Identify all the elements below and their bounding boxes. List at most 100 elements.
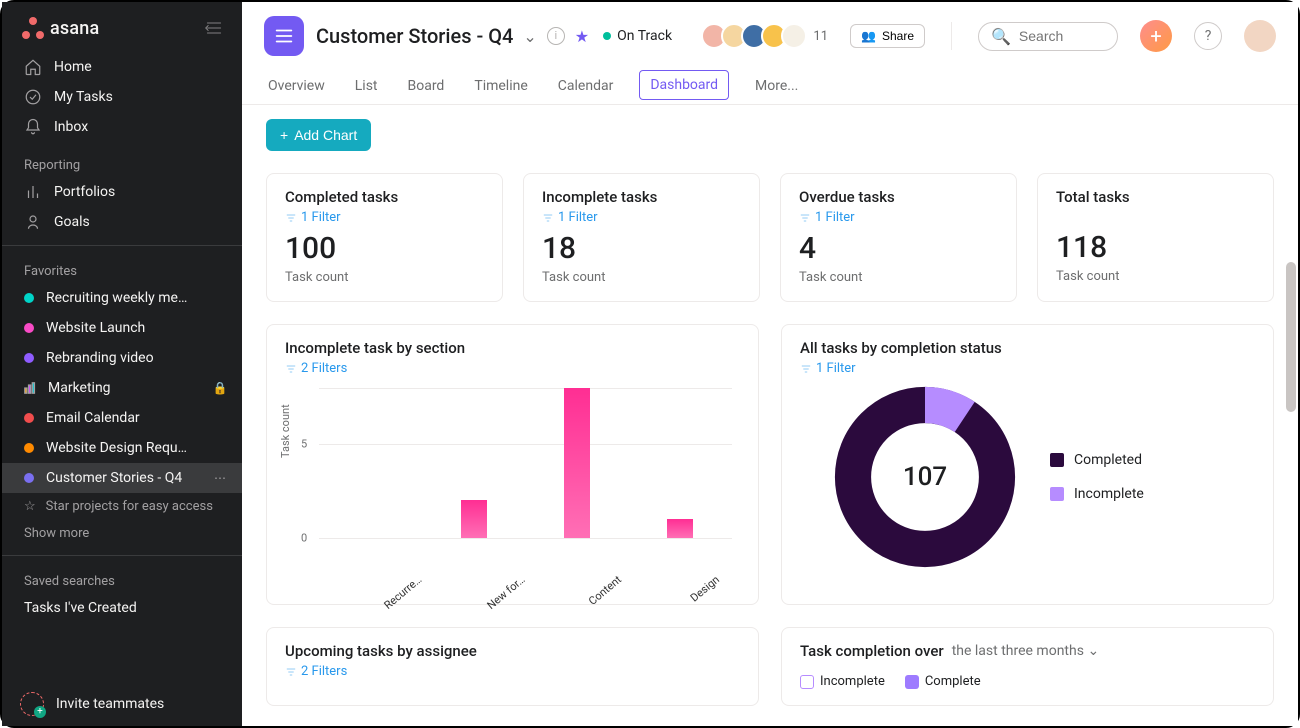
lock-icon: 🔒 bbox=[212, 381, 228, 395]
card-sub: Task count bbox=[1056, 269, 1255, 284]
card-sub: Task count bbox=[799, 270, 998, 285]
main: Customer Stories - Q4 ⌄ i ★ On Track 11 … bbox=[242, 2, 1298, 726]
member-avatars[interactable]: 11 bbox=[707, 23, 828, 49]
status-chip[interactable]: On Track bbox=[599, 26, 676, 46]
check-circle-icon bbox=[24, 88, 42, 106]
tab-board[interactable]: Board bbox=[404, 70, 449, 104]
avatar bbox=[781, 23, 807, 49]
nav-inbox[interactable]: Inbox bbox=[2, 112, 242, 142]
stat-card-total[interactable]: Total tasks 118 Task count bbox=[1037, 173, 1274, 302]
project-color-dot bbox=[24, 353, 34, 363]
favorite-item-active[interactable]: Customer Stories - Q4 ⋯ bbox=[2, 463, 242, 493]
ytick: 0 bbox=[301, 532, 307, 545]
favorite-label: Customer Stories - Q4 bbox=[46, 470, 200, 486]
favorite-item[interactable]: Website Design Requ… bbox=[2, 433, 242, 463]
add-chart-button[interactable]: + Add Chart bbox=[266, 119, 371, 151]
nav-primary: Home My Tasks Inbox bbox=[2, 46, 242, 148]
card-title: Completed tasks bbox=[285, 188, 484, 206]
tab-more[interactable]: More... bbox=[751, 70, 802, 104]
card-title: Overdue tasks bbox=[799, 188, 998, 206]
collapse-sidebar-button[interactable] bbox=[200, 14, 228, 42]
invite-teammates[interactable]: + Invite teammates bbox=[2, 682, 242, 726]
ytick: 5 bbox=[301, 438, 307, 451]
favorite-item[interactable]: Email Calendar bbox=[2, 403, 242, 433]
nav-home[interactable]: Home bbox=[2, 52, 242, 82]
nav-label: Goals bbox=[54, 214, 228, 230]
chart-incomplete-by-section[interactable]: Incomplete task by section 2 Filters Tas… bbox=[266, 324, 759, 605]
logo[interactable]: asana bbox=[22, 17, 99, 39]
share-button[interactable]: 👥 Share bbox=[850, 24, 925, 48]
project-title[interactable]: Customer Stories - Q4 bbox=[316, 24, 513, 48]
header: Customer Stories - Q4 ⌄ i ★ On Track 11 … bbox=[242, 2, 1298, 105]
favorite-label: Email Calendar bbox=[46, 410, 228, 426]
legend-item: Completed bbox=[1050, 452, 1144, 468]
saved-search-item[interactable]: Tasks I've Created bbox=[2, 593, 242, 623]
goals-icon bbox=[24, 213, 42, 231]
info-icon[interactable]: i bbox=[547, 27, 565, 45]
add-chart-label: Add Chart bbox=[294, 127, 357, 143]
favorite-item[interactable]: Recruiting weekly me… bbox=[2, 283, 242, 313]
chart-task-completion-over-time[interactable]: Task completion over the last three mont… bbox=[781, 627, 1274, 706]
chart-upcoming-by-assignee[interactable]: Upcoming tasks by assignee 2 Filters bbox=[266, 627, 759, 706]
tab-list[interactable]: List bbox=[351, 70, 382, 104]
avatar-overflow: 11 bbox=[813, 29, 828, 44]
plus-icon: + bbox=[280, 127, 288, 143]
stat-card-completed[interactable]: Completed tasks 1 Filter 100 Task count bbox=[266, 173, 503, 302]
filter-link[interactable]: 1 Filter bbox=[542, 210, 741, 225]
chevron-down-icon[interactable]: ⌄ bbox=[523, 27, 536, 46]
project-tabs: Overview List Board Timeline Calendar Da… bbox=[264, 70, 1276, 104]
tab-dashboard[interactable]: Dashboard bbox=[639, 70, 729, 100]
filter-link[interactable]: 1 Filter bbox=[800, 361, 1255, 376]
stat-card-incomplete[interactable]: Incomplete tasks 1 Filter 18 Task count bbox=[523, 173, 760, 302]
people-icon: 👥 bbox=[861, 29, 876, 43]
legend-item: Incomplete bbox=[800, 674, 885, 689]
search[interactable]: 🔍 bbox=[978, 22, 1118, 51]
filter-link[interactable]: 1 Filter bbox=[799, 210, 998, 225]
bar bbox=[461, 500, 487, 538]
favorite-item[interactable]: Rebranding video bbox=[2, 343, 242, 373]
card-value: 4 bbox=[799, 231, 998, 266]
invite-icon: + bbox=[20, 692, 44, 716]
favorite-item[interactable]: Website Launch bbox=[2, 313, 242, 343]
card-title: Total tasks bbox=[1056, 188, 1255, 206]
project-icon[interactable] bbox=[264, 16, 304, 56]
tab-overview[interactable]: Overview bbox=[264, 70, 329, 104]
filter-link[interactable]: 2 Filters bbox=[285, 361, 740, 376]
x-label: Content bbox=[586, 573, 624, 608]
tab-calendar[interactable]: Calendar bbox=[554, 70, 618, 104]
range-selector[interactable]: the last three months ⌄ bbox=[952, 643, 1099, 659]
more-icon[interactable]: ⋯ bbox=[212, 471, 228, 485]
nav-goals[interactable]: Goals bbox=[2, 207, 242, 237]
me-avatar[interactable] bbox=[1244, 20, 1276, 52]
search-icon: 🔍 bbox=[991, 27, 1011, 46]
project-color-dot bbox=[24, 443, 34, 453]
nav-label: Portfolios bbox=[54, 184, 228, 200]
scrollbar[interactable] bbox=[1286, 262, 1296, 412]
card-title: Incomplete tasks bbox=[542, 188, 741, 206]
favorite-label: Rebranding video bbox=[46, 350, 228, 366]
help-button[interactable]: ? bbox=[1194, 22, 1222, 50]
project-color-dot bbox=[24, 413, 34, 423]
stat-cards-row: Completed tasks 1 Filter 100 Task count … bbox=[266, 173, 1274, 302]
global-add-button[interactable]: + bbox=[1140, 20, 1172, 52]
nav-portfolios[interactable]: Portfolios bbox=[2, 177, 242, 207]
show-more[interactable]: Show more bbox=[2, 520, 242, 547]
search-input[interactable] bbox=[1019, 28, 1109, 44]
x-label: Recurre… bbox=[381, 573, 424, 612]
favorite-item[interactable]: Marketing 🔒 bbox=[2, 373, 242, 403]
filter-link[interactable]: 2 Filters bbox=[285, 664, 740, 679]
nav-label: Home bbox=[54, 59, 228, 75]
favorite-label: Recruiting weekly me… bbox=[46, 290, 228, 306]
stat-card-overdue[interactable]: Overdue tasks 1 Filter 4 Task count bbox=[780, 173, 1017, 302]
tab-timeline[interactable]: Timeline bbox=[470, 70, 531, 104]
donut-chart: 107 bbox=[830, 382, 1020, 572]
chart-title: All tasks by completion status bbox=[800, 339, 1255, 357]
status-text: On Track bbox=[617, 28, 672, 44]
chart-completion-status[interactable]: All tasks by completion status 1 Filter … bbox=[781, 324, 1274, 605]
project-color-dot bbox=[24, 473, 34, 483]
star-hint-text: Star projects for easy access bbox=[46, 499, 213, 514]
status-dot bbox=[603, 32, 611, 40]
filter-link[interactable]: 1 Filter bbox=[285, 210, 484, 225]
nav-my-tasks[interactable]: My Tasks bbox=[2, 82, 242, 112]
star-icon[interactable]: ★ bbox=[575, 27, 589, 46]
